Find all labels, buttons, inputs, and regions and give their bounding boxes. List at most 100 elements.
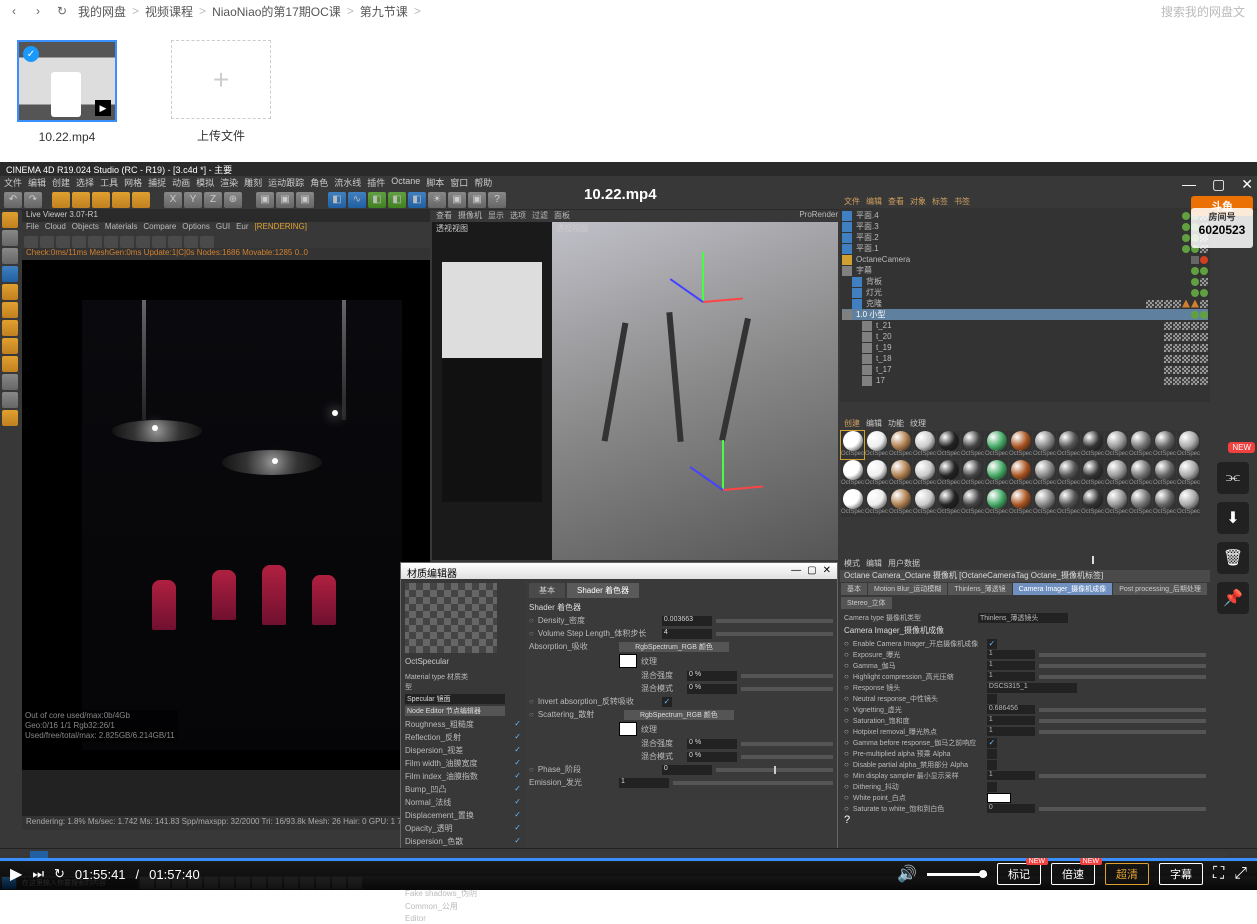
tool-edge-icon[interactable] — [2, 284, 18, 300]
menu-window[interactable]: 窗口 — [450, 176, 468, 190]
lv-menu-file[interactable]: File — [26, 222, 39, 234]
dialog-close-icon[interactable]: ✕ — [823, 565, 831, 577]
upload-plus-icon[interactable]: + — [171, 40, 271, 119]
lv-menu[interactable]: File Cloud Objects Materials Compare Opt… — [22, 222, 430, 234]
material-swatch[interactable]: OctSpec — [1129, 431, 1152, 459]
fullscreen-icon[interactable]: ⤢ — [1234, 865, 1247, 883]
tool-point-icon[interactable] — [2, 266, 18, 282]
material-swatch[interactable]: OctSpec — [1009, 489, 1032, 517]
material-swatch[interactable]: OctSpec — [1105, 489, 1128, 517]
material-swatch[interactable]: OctSpec — [841, 431, 864, 459]
mat-mgr-menu[interactable]: 创建 编辑 功能 纹理 — [840, 418, 1210, 430]
prop-roughness[interactable]: Roughness_粗糙度 — [405, 719, 474, 730]
material-preview[interactable] — [405, 583, 497, 653]
vp-menu-view[interactable]: 查看 — [436, 210, 452, 222]
tool-mode-icon[interactable] — [2, 230, 18, 246]
premult-checkbox[interactable] — [987, 749, 997, 759]
lv-menu-cloud[interactable]: Cloud — [45, 222, 66, 234]
toolbar-spline-icon[interactable]: ∿ — [348, 192, 366, 208]
material-swatch[interactable]: OctSpec — [937, 489, 960, 517]
highlight-slider[interactable] — [1039, 675, 1206, 679]
toolbar-renderpv-icon[interactable]: ▣ — [296, 192, 314, 208]
loop-icon[interactable]: ↻ — [54, 866, 65, 882]
material-editor-dialog[interactable]: 材质编辑器 — ▢ ✕ OctSpecular Material type 材质… — [400, 562, 838, 872]
tree-row[interactable]: 背板 — [842, 276, 1208, 287]
attr-tab-post[interactable]: Post processing_后期处理 — [1113, 583, 1207, 595]
toolbar-y-icon[interactable]: Y — [184, 192, 202, 208]
check-icon[interactable]: ✓ — [514, 719, 521, 730]
material-swatch[interactable]: OctSpec — [1057, 489, 1080, 517]
material-swatch[interactable]: OctSpec — [937, 431, 960, 459]
crumb-2[interactable]: NiaoNiao的第17期OC课 — [212, 3, 341, 20]
blend-field[interactable]: 0 % — [687, 684, 737, 694]
tool-poly-icon[interactable] — [2, 302, 18, 318]
material-swatch[interactable]: OctSpec — [913, 460, 936, 488]
material-swatch[interactable]: OctSpec — [889, 489, 912, 517]
prop-displace[interactable]: Displacement_置换 — [405, 810, 474, 821]
menu-render[interactable]: 渲染 — [220, 176, 238, 190]
material-swatch[interactable]: OctSpec — [1081, 489, 1104, 517]
material-swatch[interactable]: OctSpec — [961, 431, 984, 459]
lv-menu-eur[interactable]: Eur — [236, 222, 248, 234]
prop-filmi[interactable]: Film index_油膜指数 — [405, 771, 478, 782]
emission-slider[interactable] — [673, 781, 833, 785]
material-swatch[interactable]: OctSpec — [985, 431, 1008, 459]
volstep-slider[interactable] — [716, 632, 833, 636]
density-field[interactable]: 0.003663 — [662, 616, 712, 626]
material-swatch[interactable]: OctSpec — [1009, 460, 1032, 488]
tree-row[interactable]: 字幕 — [842, 265, 1208, 276]
material-swatch[interactable]: OctSpec — [985, 460, 1008, 488]
toolbar-cube-icon[interactable]: ◧ — [328, 192, 346, 208]
neutral-checkbox[interactable] — [987, 694, 997, 704]
toolbar-render-icon[interactable]: ▣ — [256, 192, 274, 208]
mindisplay-field[interactable]: 1 — [987, 771, 1035, 780]
tree-row[interactable]: 平面.1 — [842, 243, 1208, 254]
prop-filmw[interactable]: Film width_油膜宽度 — [405, 758, 477, 769]
toolbar-scale-icon[interactable] — [92, 192, 110, 208]
toolbar-renderset-icon[interactable]: ▣ — [276, 192, 294, 208]
object-tree[interactable]: 平面.4 平面.3 平面.2 平面.1 OctaneCamera 字幕 背板 灯… — [840, 208, 1210, 402]
matmgr-func[interactable]: 功能 — [888, 418, 904, 430]
hotpixel-field[interactable]: 1 — [987, 727, 1035, 736]
vignetting-field[interactable]: 0.686456 — [987, 705, 1035, 714]
attr-tab-mblur[interactable]: Motion Blur_运动模糊 — [868, 583, 947, 595]
mix2-field[interactable]: 0 % — [687, 739, 737, 749]
toolbar-env-icon[interactable]: ☀ — [428, 192, 446, 208]
material-swatch[interactable]: OctSpec — [913, 489, 936, 517]
subtitle-button[interactable]: 字幕 — [1159, 863, 1203, 885]
check-icon[interactable]: ✓ — [514, 732, 521, 743]
tree-row[interactable]: 灯光 — [842, 287, 1208, 298]
blend2-field[interactable]: 0 % — [687, 752, 737, 762]
material-swatch[interactable]: OctSpec — [865, 431, 888, 459]
material-swatch[interactable]: OctSpec — [865, 460, 888, 488]
prop-dispersion[interactable]: Dispersion_视差 — [405, 745, 463, 756]
lv-menu-compare[interactable]: Compare — [143, 222, 176, 234]
phase-slider[interactable] — [716, 768, 833, 772]
material-swatch[interactable]: OctSpec — [889, 431, 912, 459]
density-slider[interactable] — [716, 619, 833, 623]
material-swatch[interactable]: OctSpec — [937, 460, 960, 488]
mattype-select[interactable]: Specular 镜面 — [405, 694, 505, 704]
menu-plugin[interactable]: 插件 — [367, 176, 385, 190]
material-swatch[interactable]: OctSpec — [1177, 460, 1200, 488]
invert-checkbox[interactable]: ✓ — [662, 697, 672, 707]
tool-b-icon[interactable] — [2, 410, 18, 426]
highlight-field[interactable]: 1 — [987, 672, 1035, 681]
viewport-menu[interactable]: 查看 摄像机 显示 选项 过滤 面板 ProRender — [432, 210, 838, 222]
attr-menu-mode[interactable]: 模式 — [844, 558, 860, 570]
menu-script[interactable]: 脚本 — [426, 176, 444, 190]
camtype-select[interactable]: Thinlens_薄透镜头 — [978, 613, 1068, 623]
matmgr-create[interactable]: 创建 — [844, 418, 860, 430]
material-swatch[interactable]: OctSpec — [1153, 489, 1176, 517]
viewport-right[interactable]: 透视视图 — [552, 222, 838, 560]
gammabefore-checkbox[interactable]: ✓ — [987, 738, 997, 748]
prop-normal[interactable]: Normal_法线 — [405, 797, 451, 808]
obj-menu-file[interactable]: 文件 — [844, 196, 860, 208]
tree-row[interactable]: t_20 — [842, 331, 1208, 342]
tool-tex-icon[interactable] — [2, 338, 18, 354]
help-icon[interactable]: ? — [844, 814, 850, 826]
tool-workplane-icon[interactable] — [2, 356, 18, 372]
check-icon[interactable]: ✓ — [514, 771, 521, 782]
toolbar-undo-icon[interactable]: ↶ — [4, 192, 22, 208]
shader-tab-basic[interactable]: 基本 — [529, 583, 565, 598]
